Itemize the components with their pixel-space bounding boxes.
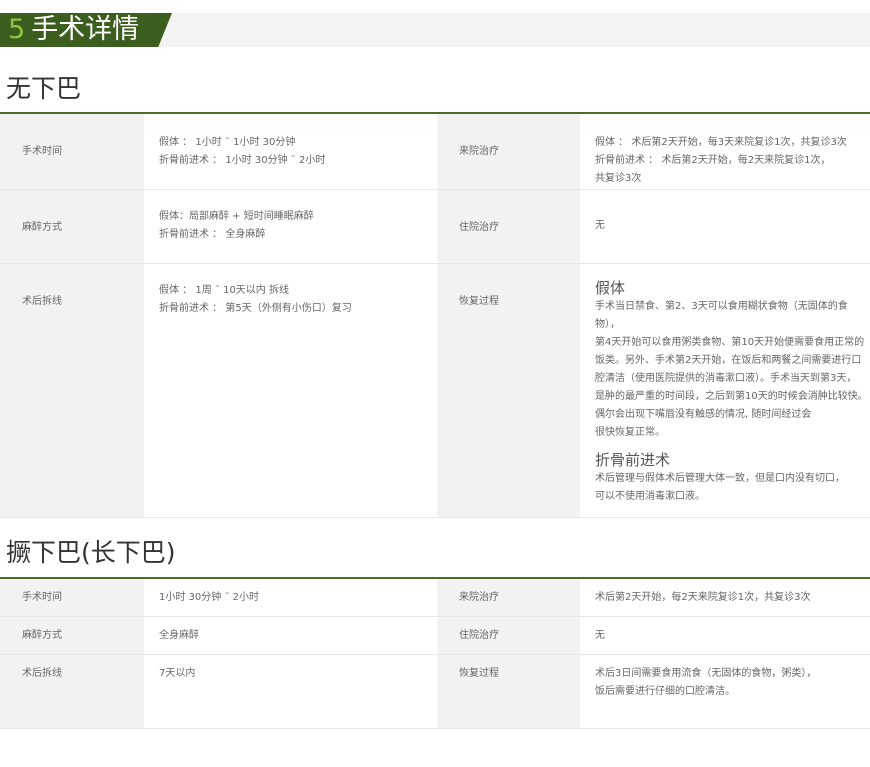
row-label: 术后拆线 xyxy=(22,296,62,307)
value-line: 7天以内 xyxy=(159,668,196,679)
value-line: 折骨前进术 ： 全身麻醉 xyxy=(159,229,266,240)
recovery-heading: 假体 xyxy=(595,279,626,297)
recovery-line: 饭类。另外、手术第2天开始，在饭后和两餐之间需要进行口 xyxy=(595,355,862,366)
row-label: 麻醉方式 xyxy=(22,630,62,641)
row-value-cell: 7天以内 xyxy=(144,654,437,729)
value-line: 术后第2天开始，每2天来院复诊1次，共复诊3次 xyxy=(595,592,811,603)
row-label: 手术时间 xyxy=(22,592,62,603)
row-label: 恢复过程 xyxy=(459,296,499,307)
section1-table: 手术时间 假体 ： 1小时 ˜ 1小时 30分钟 折骨前进术 ： 1小时 30分… xyxy=(0,114,870,518)
recovery-line: 偶尔会出现下嘴唇没有触感的情况, 随时间经过会 xyxy=(595,409,812,420)
row-label-cell: 来院治疗 xyxy=(437,114,580,190)
recovery-line: 术后管理与假体术后管理大体一致，但是口内没有切口， xyxy=(595,473,845,484)
row-value-cell: 无 xyxy=(580,189,870,264)
recovery-line: 可以不使用消毒漱口液。 xyxy=(595,491,705,502)
row-label: 来院治疗 xyxy=(459,592,499,603)
row-label: 术后拆线 xyxy=(22,668,62,679)
table-row: 手术时间 假体 ： 1小时 ˜ 1小时 30分钟 折骨前进术 ： 1小时 30分… xyxy=(0,114,870,190)
page-title: 5 手术详情 xyxy=(8,13,139,47)
recovery-line: 很快恢复正常。 xyxy=(595,427,665,438)
value-line: 全身麻醉 xyxy=(159,630,199,641)
table-row: 麻醉方式 假体：局部麻醉 + 短时间睡眠麻醉 折骨前进术 ： 全身麻醉 住院治疗… xyxy=(0,189,870,264)
row-label: 麻醉方式 xyxy=(22,222,62,233)
row-value-cell: 假体 ： 1周 ˜ 10天以内 拆线 折骨前进术 ： 第5天（外侧有小伤口）复习 xyxy=(144,263,437,518)
value-line: 无 xyxy=(595,220,605,231)
recovery-line: 手术当日禁食、第2、3天可以食用糊状食物（无固体的食物）， xyxy=(595,301,848,330)
value-line: 假体 ： 术后第2天开始，每3天来院复诊1次，共复诊3次 xyxy=(595,137,847,148)
row-label: 恢复过程 xyxy=(459,668,499,679)
row-value-cell: 1小时 30分钟 ˜ 2小时 xyxy=(144,579,437,617)
row-label-cell: 住院治疗 xyxy=(437,189,580,264)
value-line: 假体：局部麻醉 + 短时间睡眠麻醉 xyxy=(159,211,314,222)
row-value-cell: 全身麻醉 xyxy=(144,616,437,655)
row-label: 住院治疗 xyxy=(459,630,499,641)
recovery-line: 是肿的最严重的时间段，之后到第10天的时候会消肿比较快。 xyxy=(595,391,868,402)
recovery-line: 第4天开始可以食用粥类食物、第10天开始便需要食用正常的 xyxy=(595,337,865,348)
row-label-cell: 麻醉方式 xyxy=(0,189,144,264)
value-line: 1小时 30分钟 ˜ 2小时 xyxy=(159,592,259,603)
value-line: 折骨前进术 ： 第5天（外侧有小伤口）复习 xyxy=(159,303,352,314)
section1-title: 无下巴 xyxy=(6,74,82,103)
row-value-cell: 术后第2天开始，每2天来院复诊1次，共复诊3次 xyxy=(580,579,870,617)
table-row: 术后拆线 7天以内 恢复过程 术后3日间需要食用流食（无固体的食物，粥类）， 饭… xyxy=(0,654,870,729)
row-value-cell: 假体 ： 1小时 ˜ 1小时 30分钟 折骨前进术 ： 1小时 30分钟 ˜ 2… xyxy=(144,114,437,190)
recovery-heading: 折骨前进术 xyxy=(595,451,671,469)
row-value-cell: 无 xyxy=(580,616,870,655)
row-label-cell: 手术时间 xyxy=(0,579,144,617)
row-label: 住院治疗 xyxy=(459,222,499,233)
section2-title: 撅下巴(长下巴) xyxy=(6,538,176,567)
section2-table: 手术时间 1小时 30分钟 ˜ 2小时 来院治疗 术后第2天开始，每2天来院复诊… xyxy=(0,579,870,729)
section-title-text: 手术详情 xyxy=(31,14,140,45)
row-label-cell: 术后拆线 xyxy=(0,263,144,518)
value-line: 折骨前进术 ： 1小时 30分钟 ˜ 2小时 xyxy=(159,155,326,166)
value-line: 饭后需要进行仔细的口腔清洁。 xyxy=(595,686,735,697)
value-line: 共复诊3次 xyxy=(595,173,642,184)
row-label-cell: 恢复过程 xyxy=(437,654,580,729)
value-line: 假体 ： 1小时 ˜ 1小时 30分钟 xyxy=(159,137,296,148)
row-value-cell: 假体 手术当日禁食、第2、3天可以食用糊状食物（无固体的食物）， 第4天开始可以… xyxy=(580,263,870,518)
value-line: 无 xyxy=(595,630,605,641)
header-bar: 5 手术详情 xyxy=(0,13,870,47)
value-line: 折骨前进术 ： 术后第2天开始，每2天来院复诊1次， xyxy=(595,155,831,166)
table-row: 术后拆线 假体 ： 1周 ˜ 10天以内 拆线 折骨前进术 ： 第5天（外侧有小… xyxy=(0,263,870,518)
row-label-cell: 术后拆线 xyxy=(0,654,144,729)
recovery-line: 腔清洁（使用医院提供的消毒漱口液）。手术当天到第3天， xyxy=(595,373,857,384)
row-label-cell: 麻醉方式 xyxy=(0,616,144,655)
row-value-cell: 假体：局部麻醉 + 短时间睡眠麻醉 折骨前进术 ： 全身麻醉 xyxy=(144,189,437,264)
row-value-cell: 术后3日间需要食用流食（无固体的食物，粥类）， 饭后需要进行仔细的口腔清洁。 xyxy=(580,654,870,729)
row-label: 来院治疗 xyxy=(459,146,499,157)
row-label-cell: 恢复过程 xyxy=(437,263,580,518)
value-line: 假体 ： 1周 ˜ 10天以内 拆线 xyxy=(159,285,289,296)
row-label-cell: 住院治疗 xyxy=(437,616,580,655)
row-label-cell: 手术时间 xyxy=(0,114,144,190)
row-label: 手术时间 xyxy=(22,146,62,157)
table-row: 手术时间 1小时 30分钟 ˜ 2小时 来院治疗 术后第2天开始，每2天来院复诊… xyxy=(0,579,870,617)
table-row: 麻醉方式 全身麻醉 住院治疗 无 xyxy=(0,616,870,655)
section-number: 5 xyxy=(8,14,26,45)
row-value-cell: 假体 ： 术后第2天开始，每3天来院复诊1次，共复诊3次 折骨前进术 ： 术后第… xyxy=(580,114,870,190)
row-label-cell: 来院治疗 xyxy=(437,579,580,617)
value-line: 术后3日间需要食用流食（无固体的食物，粥类）， xyxy=(595,668,817,679)
